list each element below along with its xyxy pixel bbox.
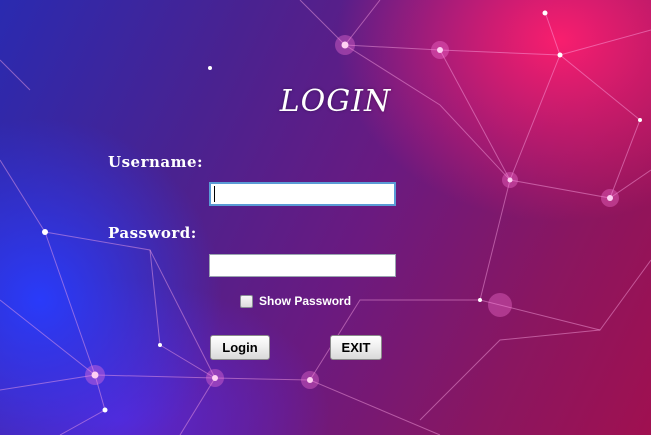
show-password-toggle[interactable]: Show Password (240, 293, 351, 309)
username-input[interactable] (209, 182, 396, 206)
network-background-graphic (0, 0, 651, 435)
password-label: Password: (108, 224, 197, 242)
password-input[interactable] (209, 254, 396, 277)
login-title: LOGIN (279, 84, 392, 119)
show-password-label: Show Password (259, 294, 352, 308)
text-cursor (214, 186, 215, 202)
show-password-checkbox[interactable] (240, 294, 253, 308)
exit-button[interactable]: EXIT (330, 335, 382, 360)
login-button[interactable]: Login (210, 335, 270, 360)
username-label: Username: (108, 153, 204, 171)
